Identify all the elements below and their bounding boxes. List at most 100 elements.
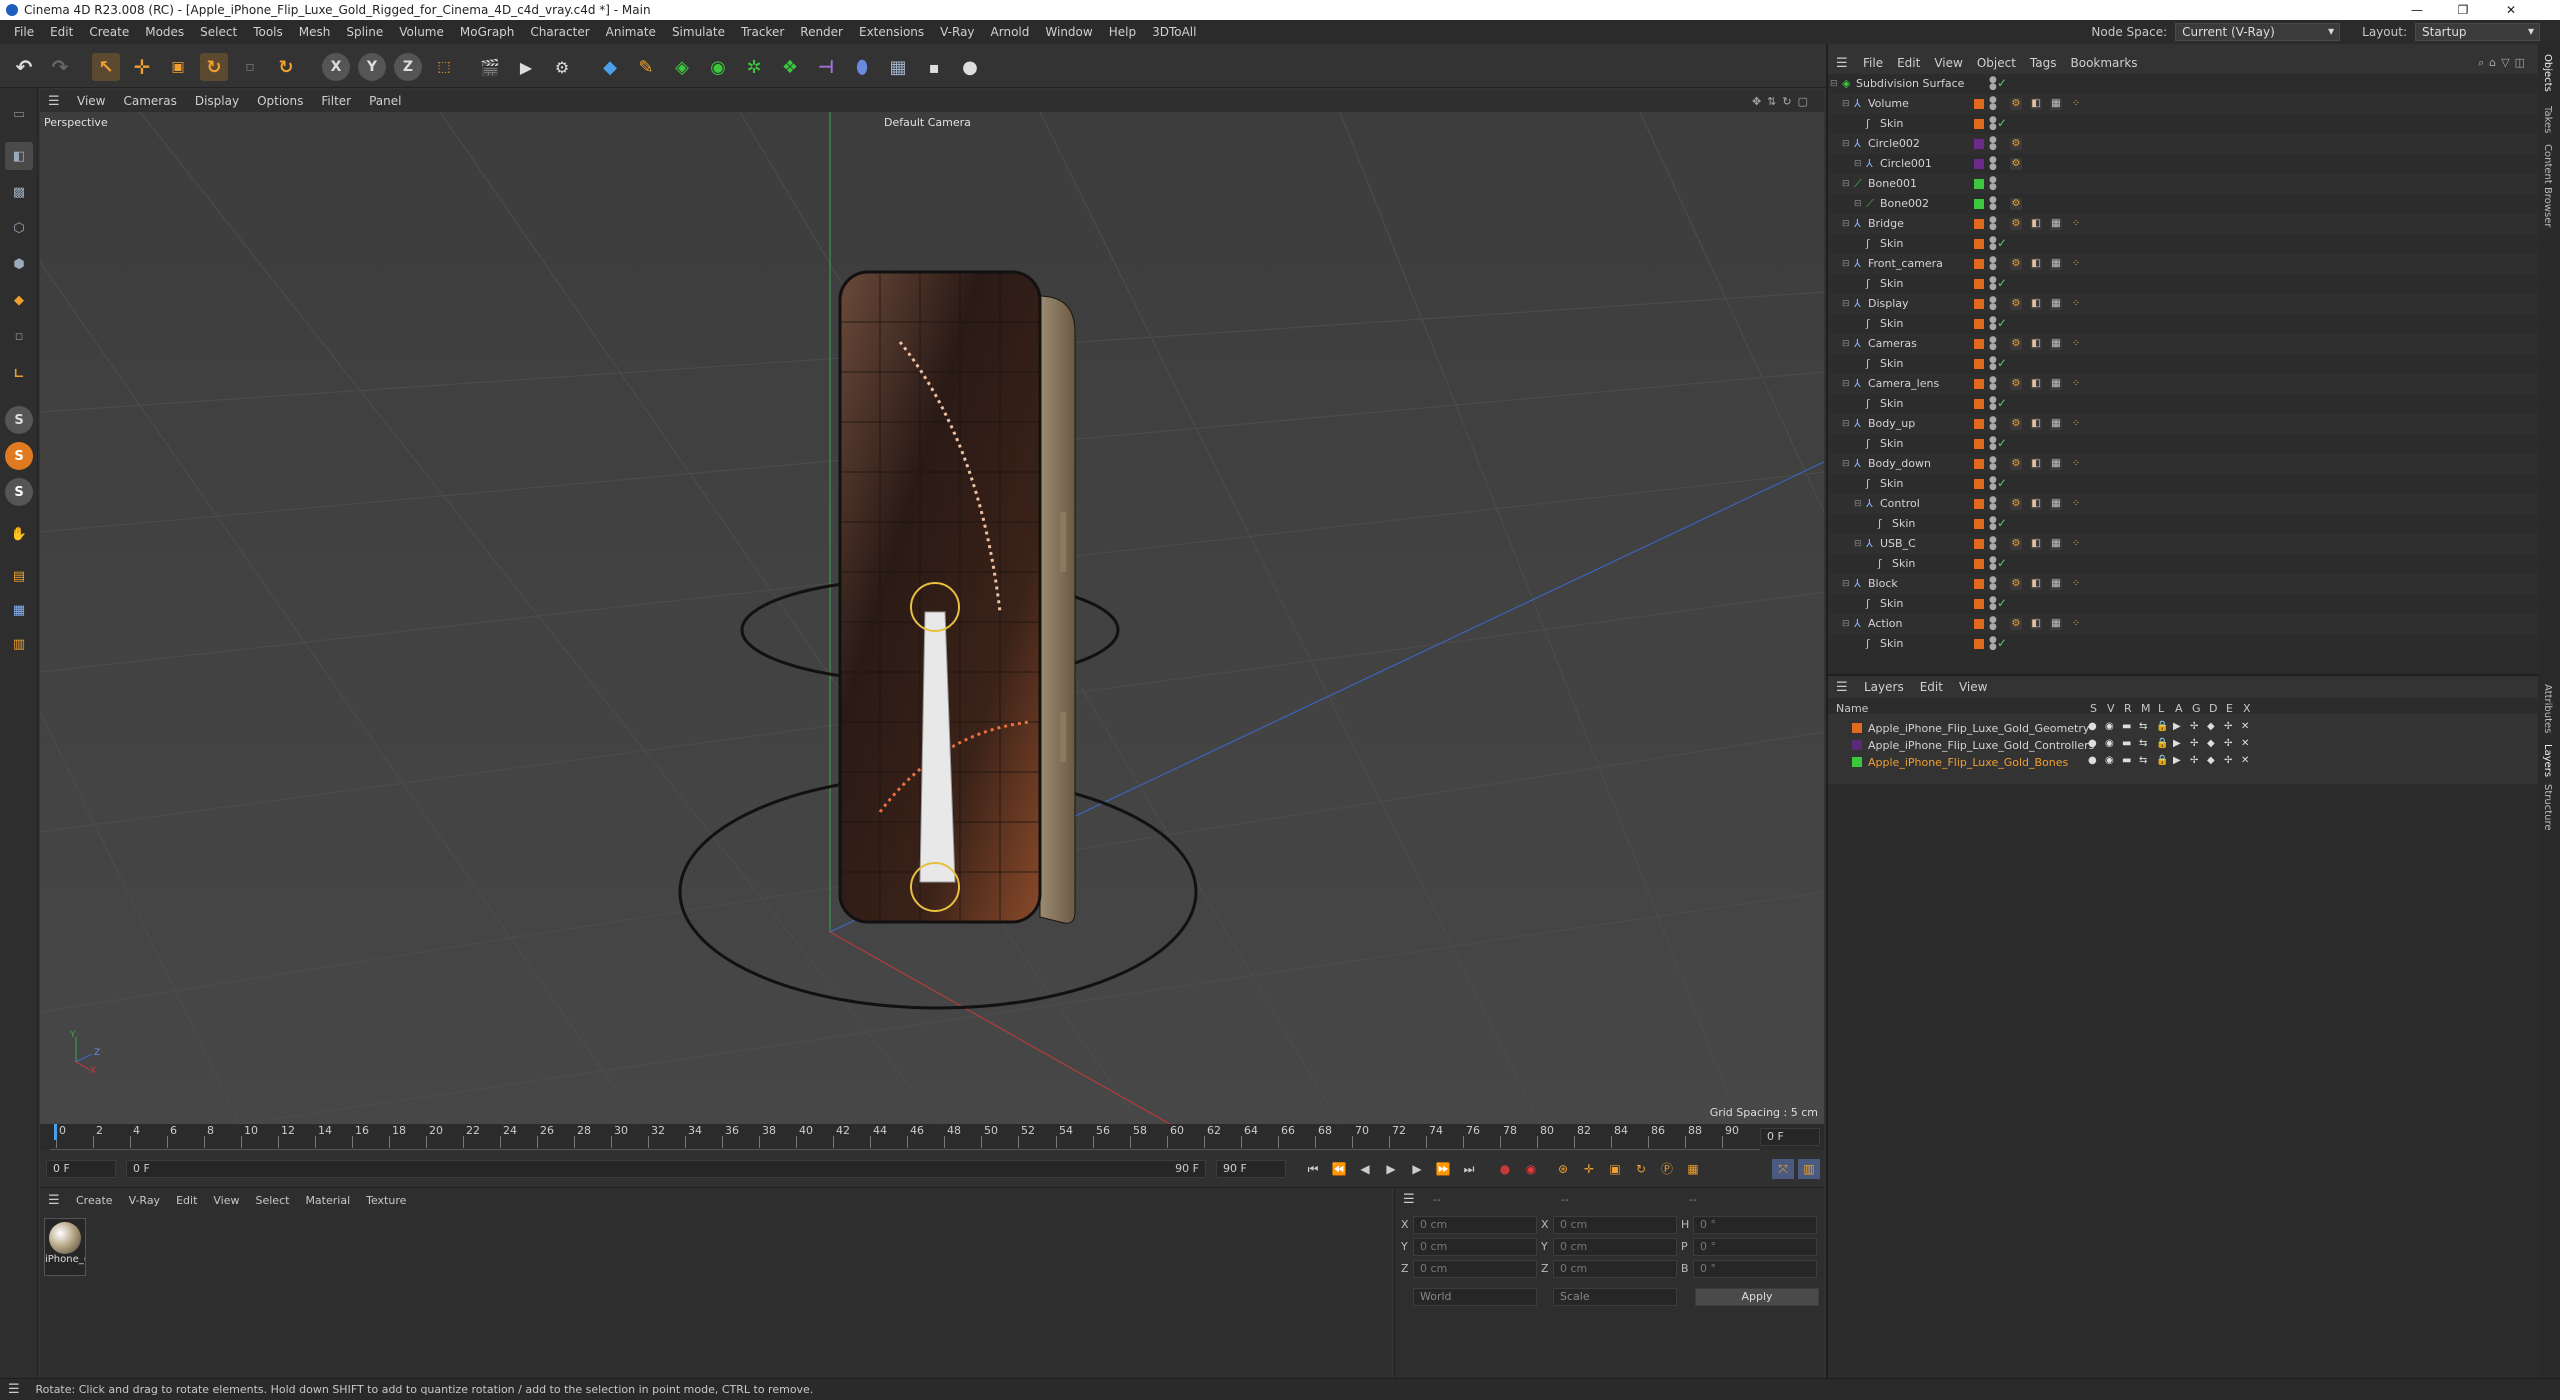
enabled-check-icon[interactable]: ✓ (1997, 476, 2007, 490)
object-name[interactable]: Control (1880, 497, 1920, 510)
material-menu-material[interactable]: Material (297, 1194, 358, 1207)
object-tag-icon[interactable]: ◧ (2030, 258, 2042, 270)
tree-expand-icon[interactable] (1866, 558, 1876, 570)
object-tag-icon[interactable]: ◧ (2030, 458, 2042, 470)
enabled-check-icon[interactable]: ✓ (1997, 236, 2007, 250)
object-tag-icon[interactable]: ⁘ (2070, 378, 2082, 390)
object-search-icon[interactable]: ⌕⌂▽◫ (2478, 56, 2530, 70)
object-name[interactable]: Skin (1880, 397, 1903, 410)
layer-color-swatch[interactable] (1852, 757, 1862, 767)
scale-key-icon[interactable]: ▣ (1604, 1159, 1626, 1179)
object-row[interactable]: ⊟ ⅄ Volume ● ● ⚙ ◧ ▦ ⁘ (1828, 94, 2538, 114)
object-row[interactable]: ⊟ ⅄ Circle001 ● ● ⚙ (1828, 154, 2538, 174)
mesh-grid-icon[interactable]: ▦ (5, 596, 33, 624)
layer-row[interactable]: Apple_iPhone_Flip_Luxe_Gold_Controllers ●… (1828, 737, 2538, 754)
object-row[interactable]: ⊟ ⅄ Display ● ● ⚙ ◧ ▦ ⁘ (1828, 294, 2538, 314)
object-name[interactable]: Skin (1880, 637, 1903, 650)
layer-color-swatch[interactable] (1974, 239, 1984, 249)
object-name[interactable]: Camera_lens (1868, 377, 1939, 390)
object-tree[interactable]: ⊟ ◈ Subdivision Surface ● ● ✓ ⊟ ⅄ Volume ● ● ⚙ ◧ ▦ ⁘ ʃ S… (1828, 74, 2538, 714)
object-name[interactable]: Skin (1880, 477, 1903, 490)
apply-button[interactable]: Apply (1695, 1288, 1819, 1306)
tree-expand-icon[interactable]: ⊟ (1842, 378, 1852, 390)
layer-color-swatch[interactable] (1974, 519, 1984, 529)
phone-model[interactable] (838, 270, 1076, 924)
3d-viewport[interactable]: Perspective Default Camera Y Z X Grid Sp… (40, 112, 1824, 1124)
visibility-dots-icon[interactable]: ● ● (1989, 196, 1997, 212)
visibility-dots-icon[interactable]: ● ● (1989, 536, 1997, 552)
layer-color-swatch[interactable] (1974, 219, 1984, 229)
object-tag-icon[interactable]: ⁘ (2070, 418, 2082, 430)
menu-3dtoall[interactable]: 3DToAll (1144, 25, 1204, 39)
layer-color-swatch[interactable] (1974, 339, 1984, 349)
coord-rotation-field[interactable]: 0 ° (1693, 1238, 1817, 1256)
visibility-dots-icon[interactable]: ● ● (1989, 176, 1997, 192)
record-keys-icon[interactable]: ● (1494, 1159, 1516, 1179)
object-tag-icon[interactable]: ◧ (2030, 338, 2042, 350)
object-name[interactable]: Body_up (1868, 417, 1915, 430)
volume-builder-icon[interactable]: ⬮ (848, 53, 876, 81)
object-row[interactable]: ⊟ ⅄ Body_up ● ● ⚙ ◧ ▦ ⁘ (1828, 414, 2538, 434)
object-tag-icon[interactable]: ◧ (2030, 218, 2042, 230)
redo-icon[interactable]: ↷ (46, 53, 74, 81)
layer-color-swatch[interactable] (1852, 723, 1862, 733)
object-name[interactable]: Body_down (1868, 457, 1931, 470)
bend-deformer-icon[interactable]: ✲ (740, 53, 768, 81)
object-row[interactable]: ⊟ ⟋ Bone002 ● ● ⚙ (1828, 194, 2538, 214)
layer-color-swatch[interactable] (1974, 559, 1984, 569)
enabled-check-icon[interactable]: ✓ (1997, 276, 2007, 290)
layer-color-swatch[interactable] (1974, 139, 1984, 149)
object-tag-icon[interactable]: ◧ (2030, 618, 2042, 630)
object-name[interactable]: Skin (1880, 277, 1903, 290)
go-to-start-icon[interactable]: ⏮ (1302, 1159, 1324, 1179)
visibility-dots-icon[interactable]: ● ● (1989, 296, 1997, 312)
tree-expand-icon[interactable] (1854, 478, 1864, 490)
layer-flag-toggle-icon[interactable]: 🔒 (2156, 721, 2168, 732)
coord-position-field[interactable]: 0 cm (1413, 1238, 1537, 1256)
tree-expand-icon[interactable] (1854, 358, 1864, 370)
polygons-mode-icon[interactable]: ◆ (5, 286, 33, 314)
layer-color-swatch[interactable] (1974, 619, 1984, 629)
tree-expand-icon[interactable]: ⊟ (1842, 618, 1852, 630)
object-tag-icon[interactable]: ▦ (2050, 418, 2062, 430)
object-tag-icon[interactable]: ⚙ (2010, 298, 2022, 310)
object-name[interactable]: Bridge (1868, 217, 1904, 230)
layer-color-swatch[interactable] (1974, 459, 1984, 469)
tree-expand-icon[interactable] (1854, 598, 1864, 610)
move-tool-icon[interactable]: ✛ (128, 53, 156, 81)
material-menu-vray[interactable]: V-Ray (121, 1194, 169, 1207)
menu-vray[interactable]: V-Ray (932, 25, 982, 39)
enabled-check-icon[interactable]: ✓ (1997, 436, 2007, 450)
layout-dropdown[interactable]: Startup (2415, 23, 2540, 41)
next-key-icon[interactable]: ⏩ (1432, 1159, 1454, 1179)
undo-icon[interactable]: ↶ (10, 53, 38, 81)
menu-arnold[interactable]: Arnold (983, 25, 1038, 39)
object-tag-icon[interactable]: ⚙ (2010, 158, 2022, 170)
layer-color-swatch[interactable] (1974, 599, 1984, 609)
tab-takes[interactable]: Takes (2542, 106, 2553, 133)
visibility-dots-icon[interactable]: ● ● (1989, 496, 1997, 512)
layer-flag-toggle-icon[interactable]: ✢ (2224, 738, 2232, 749)
layer-flag-toggle-icon[interactable]: ✢ (2224, 721, 2232, 732)
object-tag-icon[interactable]: ⁘ (2070, 98, 2082, 110)
object-menu-file[interactable]: File (1856, 56, 1890, 70)
tree-expand-icon[interactable] (1854, 438, 1864, 450)
object-tag-icon[interactable]: ▦ (2050, 538, 2062, 550)
object-row[interactable]: ⊟ ⅄ Block ● ● ⚙ ◧ ▦ ⁘ (1828, 574, 2538, 594)
tree-expand-icon[interactable] (1854, 398, 1864, 410)
edges-mode-icon[interactable]: ⬢ (5, 250, 33, 278)
object-name[interactable]: Skin (1880, 357, 1903, 370)
object-tag-icon[interactable]: ⚙ (2010, 98, 2022, 110)
mograph-cloner-icon[interactable]: ❖ (776, 53, 804, 81)
coord-position-field[interactable]: 0 cm (1413, 1260, 1537, 1278)
menu-modes[interactable]: Modes (137, 25, 192, 39)
object-row[interactable]: ʃ Skin ● ● ✓ (1828, 514, 2538, 534)
layer-name[interactable]: Apple_iPhone_Flip_Luxe_Gold_Geometry (1868, 722, 2089, 735)
material-menu-edit[interactable]: Edit (168, 1194, 205, 1207)
visibility-dots-icon[interactable]: ● ● (1989, 96, 1997, 112)
object-name[interactable]: Display (1868, 297, 1909, 310)
active-camera-label[interactable]: Default Camera (884, 116, 971, 129)
previous-frame-icon[interactable]: ◀ (1354, 1159, 1376, 1179)
object-tag-icon[interactable]: ⁘ (2070, 298, 2082, 310)
tree-expand-icon[interactable]: ⊟ (1842, 458, 1852, 470)
